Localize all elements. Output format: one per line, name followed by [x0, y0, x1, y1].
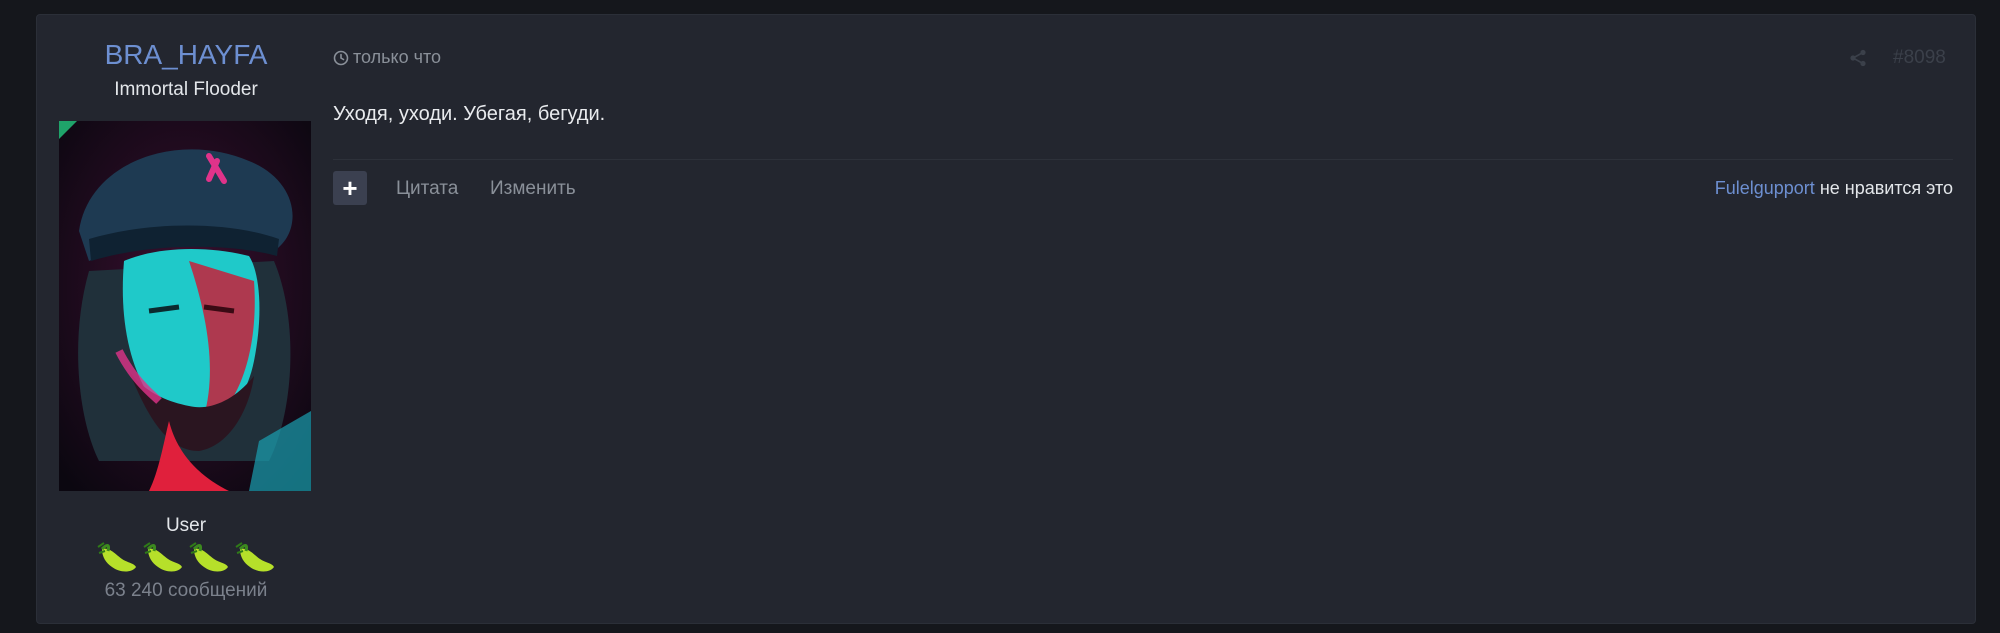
username-link[interactable]: BRA_HAYFA [37, 39, 335, 71]
edit-button[interactable]: Изменить [490, 178, 576, 200]
user-role: User [165, 515, 207, 536]
online-indicator [59, 121, 77, 139]
message-count: 63 240 сообщений [104, 580, 268, 601]
quote-button[interactable]: Цитата [396, 178, 458, 200]
post-number-link[interactable]: #8098 [1893, 47, 1946, 69]
post-message: Уходя, уходи. Убегая, бегуди. [333, 103, 606, 125]
user-info: BRA_HAYFA Immortal Flooder User 63 240 с… [37, 15, 335, 623]
reaction-text: не нравится это [1819, 178, 1953, 198]
share-icon[interactable] [1849, 49, 1867, 67]
chili-badge-icon [235, 542, 274, 572]
post-time: только что [353, 47, 442, 67]
avatar-image [59, 121, 311, 491]
forum-post: BRA_HAYFA Immortal Flooder User 63 240 с… [36, 14, 1976, 624]
post-time-link[interactable]: только что [333, 47, 441, 68]
chili-badge-icon [189, 542, 228, 572]
clock-icon [333, 50, 349, 65]
reaction-user-link[interactable]: Fulelgupport [1715, 178, 1815, 198]
react-button[interactable]: + [333, 171, 367, 205]
user-title: Immortal Flooder [114, 79, 258, 100]
user-badges [37, 541, 335, 575]
divider [333, 159, 1953, 160]
avatar[interactable] [59, 121, 311, 491]
chili-badge-icon [143, 542, 182, 572]
chili-badge-icon [97, 542, 136, 572]
reaction-summary: Fulelgupport не нравится это [1715, 178, 1953, 199]
